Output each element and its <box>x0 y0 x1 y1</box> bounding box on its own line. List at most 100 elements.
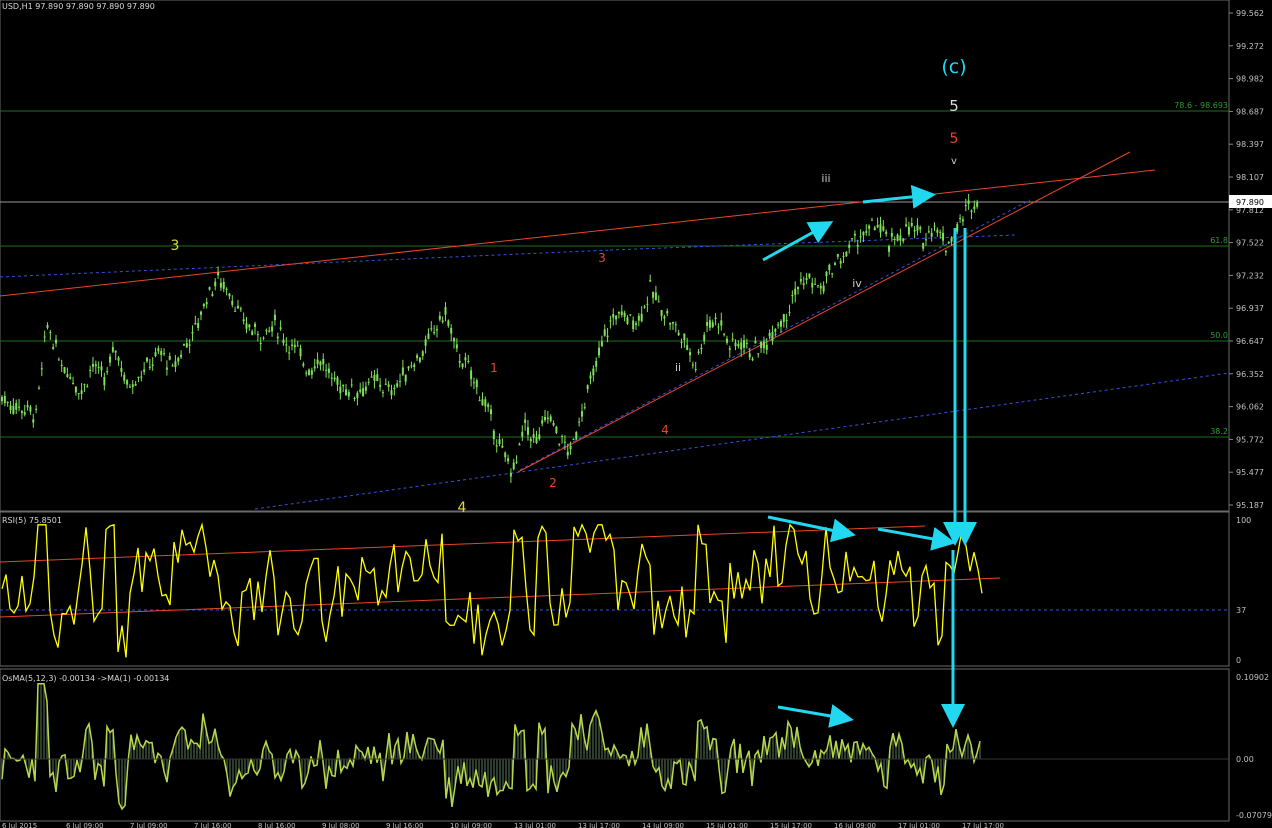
candle-body <box>882 226 885 231</box>
candle-body <box>222 282 225 289</box>
candle-body <box>231 300 234 305</box>
candle-body <box>182 344 185 346</box>
candle-body <box>404 374 407 382</box>
candle-body <box>242 319 245 322</box>
candle-body <box>745 342 748 344</box>
candle-body <box>762 341 765 349</box>
candle-body <box>455 344 458 349</box>
candle-body <box>586 385 589 390</box>
candle-body <box>89 369 92 371</box>
candle-body <box>390 390 393 396</box>
candle-body <box>327 368 330 373</box>
candle-body <box>157 348 160 352</box>
candle-body <box>143 369 146 372</box>
candle-body <box>598 347 601 356</box>
candle-body <box>370 376 373 378</box>
candle-body <box>919 227 922 230</box>
candle-body <box>424 339 427 346</box>
candle-body <box>802 283 805 286</box>
candle-body <box>643 306 646 308</box>
candle-body <box>765 344 768 350</box>
osma-axis-tick-top: 0.10902 <box>1236 673 1269 682</box>
candle-body <box>40 368 43 370</box>
candle-body <box>555 426 558 433</box>
candle-body <box>55 339 58 344</box>
candle-body <box>913 229 916 232</box>
candle-body <box>620 311 623 316</box>
candle-body <box>197 322 200 328</box>
price-axis-tick: 97.522 <box>1236 239 1264 248</box>
candle-body <box>325 369 328 371</box>
candle-body <box>154 352 157 357</box>
candle-body <box>319 361 322 366</box>
candle-body <box>526 427 529 435</box>
candle-body <box>558 443 561 445</box>
candle-body <box>529 438 532 442</box>
candle-body <box>842 255 845 257</box>
trading-chart[interactable]: 78.6 - 98.693 61.8 50.0 38.2 (c) 5 5 v i… <box>0 0 1272 828</box>
candle-body <box>259 342 262 344</box>
candle-body <box>703 334 706 341</box>
candle-body <box>626 317 629 324</box>
wave-label-3-red: 3 <box>598 251 606 265</box>
candle-body <box>111 347 114 352</box>
candle-body <box>583 407 586 409</box>
fibonacci-levels <box>0 110 1229 438</box>
candle-body <box>927 231 930 233</box>
candle-body <box>691 364 694 366</box>
candle-body <box>603 329 606 336</box>
rsi-axis-tick-100: 100 <box>1236 516 1251 525</box>
candle-body <box>899 235 902 241</box>
candle-body <box>356 392 359 399</box>
candle-body <box>652 292 655 298</box>
price-axis-tick: 96.062 <box>1236 403 1264 412</box>
candle-body <box>100 366 103 371</box>
wave-label-1-red: 1 <box>490 361 498 375</box>
price-axis-tick: 99.562 <box>1236 9 1264 18</box>
candle-body <box>248 324 251 328</box>
candle-body <box>285 344 288 346</box>
candle-body <box>507 458 510 462</box>
candle-body <box>239 308 242 310</box>
candle-body <box>373 374 376 381</box>
candle-body <box>944 250 947 253</box>
candle-body <box>788 312 791 314</box>
candle-body <box>654 292 657 301</box>
candle-body <box>541 420 544 424</box>
candle-body <box>524 419 527 423</box>
candle-body <box>145 357 148 362</box>
candle-body <box>268 330 271 332</box>
candle-body <box>339 386 342 394</box>
candle-body <box>475 380 478 388</box>
candle-body <box>43 336 46 338</box>
candle-body <box>561 436 564 438</box>
candle-body <box>160 351 163 356</box>
candle-body <box>831 273 834 275</box>
candle-body <box>606 335 609 338</box>
price-axis-tick: 95.187 <box>1236 501 1264 510</box>
candle-body <box>808 273 811 278</box>
time-axis-tick: 17 Jul 17:00 <box>962 822 1004 828</box>
candle-body <box>706 322 709 326</box>
candle-body <box>666 310 669 314</box>
candle-body <box>359 389 362 392</box>
fib-500-label: 50.0 <box>1210 331 1228 340</box>
time-axis-tick: 9 Jul 16:00 <box>386 822 424 828</box>
candle-body <box>174 361 177 368</box>
candle-body <box>629 314 632 316</box>
candle-body <box>575 432 578 440</box>
candle-body <box>680 341 683 343</box>
candle-body <box>686 345 689 351</box>
candle-body <box>777 324 780 326</box>
candle-body <box>845 251 848 257</box>
candle-body <box>634 323 637 325</box>
candle-body <box>697 351 700 354</box>
candle-body <box>515 461 518 463</box>
candle-body <box>478 400 481 402</box>
candle-body <box>757 353 760 355</box>
candle-body <box>401 367 404 375</box>
candle-body <box>290 344 293 346</box>
candle-body <box>367 381 370 383</box>
candle-body <box>592 368 595 376</box>
candle-body <box>200 311 203 315</box>
